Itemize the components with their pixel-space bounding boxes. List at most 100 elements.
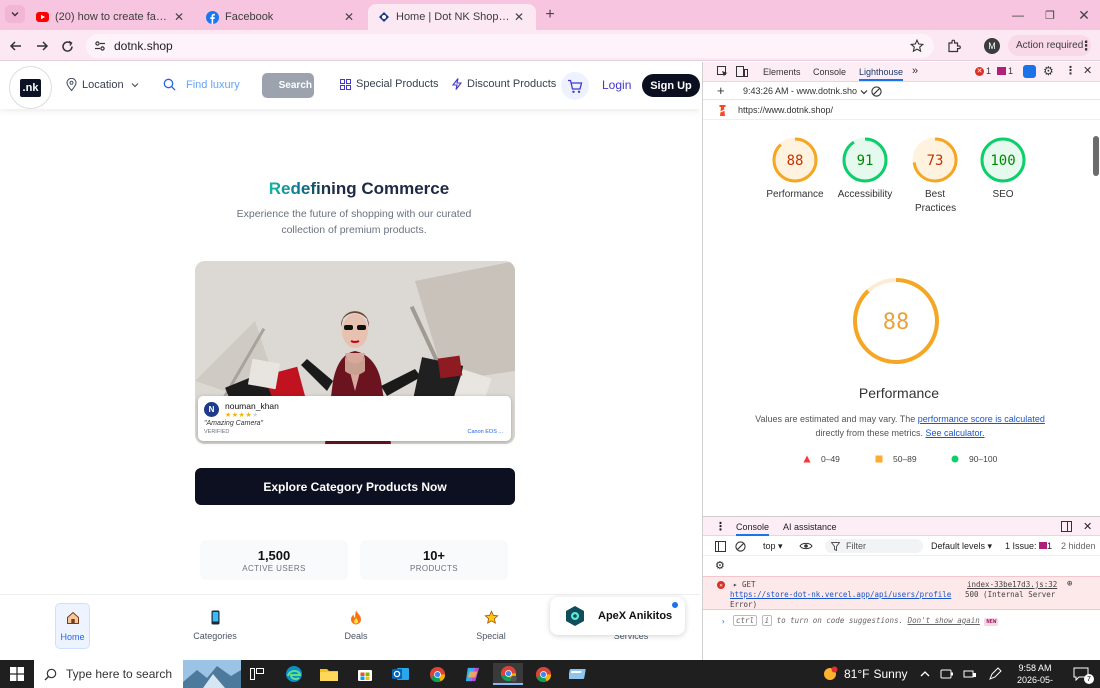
ai-explain-icon[interactable]: ⊕: [1067, 579, 1072, 589]
see-calculator-link[interactable]: See calculator.: [925, 428, 984, 438]
devtools-tab-lighthouse[interactable]: Lighthouse: [859, 67, 904, 81]
cart-button[interactable]: [561, 72, 589, 100]
taskbar-clock[interactable]: 9:58 AM 2026-05-06: [1012, 662, 1058, 688]
inspect-element-icon[interactable]: [717, 66, 728, 77]
taskbar-chrome-3[interactable]: [528, 663, 558, 685]
devtools-scrollbar[interactable]: [1093, 136, 1099, 176]
console-settings-icon[interactable]: ⚙: [715, 559, 725, 572]
error-source-link[interactable]: index-33be17d3.js:32: [967, 580, 1057, 589]
taskbar-chrome-2[interactable]: [493, 663, 523, 685]
log-levels-dropdown[interactable]: Default levels ▾: [931, 541, 992, 552]
tab-search-button[interactable]: [5, 5, 25, 23]
login-link[interactable]: Login: [602, 78, 631, 92]
profile-button[interactable]: M: [982, 36, 1002, 56]
score-calculated-link[interactable]: performance score is calculated: [918, 414, 1045, 424]
taskbar-edge[interactable]: [279, 663, 309, 685]
console-error-entry[interactable]: ✕ ▸ GET index-33be17d3.js:32 ⊕ https://s…: [703, 576, 1100, 610]
browser-menu-button[interactable]: ⋮: [1076, 36, 1096, 56]
explore-category-button[interactable]: Explore Category Products Now: [195, 468, 515, 505]
review-card[interactable]: N nouman_khan ★★★★★ "Amazing Camera" VER…: [198, 396, 511, 441]
start-button[interactable]: [2, 663, 32, 685]
location-selector[interactable]: Location: [66, 78, 144, 91]
close-devtools-icon[interactable]: ✕: [1083, 64, 1092, 77]
tray-pen[interactable]: [980, 663, 1010, 685]
address-bar[interactable]: dotnk.shop: [86, 34, 934, 58]
score-gauge-performance[interactable]: 88 Performance: [765, 136, 825, 202]
taskbar-outlook[interactable]: [386, 663, 416, 685]
error-url-link[interactable]: https://store-dot-nk.vercel.app/api/user…: [730, 590, 951, 599]
legend-range: 50–89: [893, 454, 917, 464]
bookmark-star-icon[interactable]: [910, 39, 924, 53]
taskbar-file-explorer[interactable]: [314, 663, 344, 685]
close-drawer-icon[interactable]: ✕: [1083, 520, 1092, 533]
web-page: .nk Location Find luxury Search Special …: [0, 62, 700, 660]
reload-button[interactable]: [57, 36, 77, 56]
score-gauge-seo[interactable]: 100 SEO: [973, 136, 1033, 202]
devtools-tab-console[interactable]: Console: [813, 67, 846, 77]
tab-facebook[interactable]: Facebook ✕: [196, 4, 366, 30]
ai-assist-icon[interactable]: [1023, 65, 1036, 78]
search-field[interactable]: Find luxury: [163, 78, 240, 91]
issue-counter[interactable]: 1: [997, 66, 1013, 76]
eye-icon[interactable]: [799, 541, 813, 551]
context-selector[interactable]: top ▾: [763, 541, 783, 552]
devtools-tab-elements[interactable]: Elements: [763, 67, 801, 77]
site-logo[interactable]: .nk: [9, 66, 52, 109]
clear-console-icon[interactable]: [735, 541, 746, 552]
report-selector[interactable]: 9:43:26 AM - www.dotnk.sho: [743, 86, 857, 96]
plus-icon[interactable]: +: [717, 83, 725, 98]
taskbar-chrome-1[interactable]: [422, 663, 452, 685]
bottom-nav-deals[interactable]: Deals: [321, 603, 391, 649]
extensions-button[interactable]: [944, 36, 964, 56]
tab-dotnk[interactable]: Home | Dot NK Shopping ✕: [368, 4, 536, 30]
phone-icon: [211, 610, 219, 624]
search-input[interactable]: Find luxury: [186, 79, 240, 91]
score-gauge-accessibility[interactable]: 91 Accessibility: [835, 136, 895, 202]
taskbar-copilot[interactable]: [457, 663, 487, 685]
score-gauge-best-practices[interactable]: 73 Best Practices: [905, 136, 965, 216]
restore-button[interactable]: ❐: [1040, 6, 1060, 24]
tab-youtube[interactable]: (20) how to create facebook ad ✕: [26, 4, 196, 30]
bottom-nav-special[interactable]: Special: [456, 603, 526, 649]
site-info-icon[interactable]: [94, 40, 106, 52]
special-products-link[interactable]: Special Products: [340, 78, 439, 90]
sidebar-toggle-icon[interactable]: [715, 541, 726, 552]
new-tab-button[interactable]: +: [540, 6, 560, 24]
clear-icon[interactable]: [871, 86, 882, 97]
review-product-link[interactable]: Canon EOS ...: [468, 429, 503, 435]
close-icon[interactable]: ✕: [172, 10, 186, 24]
back-button[interactable]: [6, 36, 26, 56]
task-view-button[interactable]: [242, 663, 272, 685]
device-toolbar-icon[interactable]: [736, 66, 748, 77]
minimize-button[interactable]: —: [1008, 6, 1028, 24]
stat-products: 10+ PRODUCTS: [360, 540, 508, 580]
settings-gear-icon[interactable]: ⚙: [1043, 64, 1054, 78]
kebab-icon[interactable]: ⋮: [1065, 64, 1076, 77]
search-button[interactable]: Search: [262, 73, 314, 98]
taskbar-search-box[interactable]: Type here to search: [34, 660, 241, 688]
console-filter-input[interactable]: Filter: [825, 539, 923, 553]
dont-show-again-link[interactable]: Don't show again: [908, 616, 980, 625]
issues-button[interactable]: 1 Issue: 1: [1005, 541, 1052, 551]
bottom-nav-categories[interactable]: Categories: [180, 603, 250, 649]
expand-triangle-icon[interactable]: ▸ GET: [733, 580, 756, 589]
close-icon[interactable]: ✕: [512, 10, 526, 24]
devtools-more-tabs[interactable]: »: [912, 65, 918, 77]
notification-center-button[interactable]: 7: [1066, 663, 1096, 685]
kebab-icon[interactable]: ⋮: [715, 520, 726, 533]
drawer-tab-ai-assistance[interactable]: AI assistance: [783, 522, 837, 532]
bottom-nav-home[interactable]: Home: [55, 603, 90, 649]
close-icon[interactable]: ✕: [342, 10, 356, 24]
taskbar-store[interactable]: [350, 663, 380, 685]
signup-button[interactable]: Sign Up: [642, 74, 700, 97]
taskbar-app[interactable]: [563, 663, 593, 685]
dock-icon[interactable]: [1061, 521, 1072, 532]
close-window-button[interactable]: ✕: [1074, 6, 1094, 24]
drawer-tab-console[interactable]: Console: [736, 522, 770, 536]
taskbar-weather[interactable]: 81°F Sunny: [822, 666, 908, 682]
chat-widget[interactable]: ApeX Anikitos: [550, 597, 685, 635]
chevron-down-icon[interactable]: [860, 88, 868, 96]
error-counter[interactable]: ✕ 1: [975, 66, 991, 76]
discount-products-link[interactable]: Discount Products: [452, 78, 556, 90]
forward-button[interactable]: [32, 36, 52, 56]
